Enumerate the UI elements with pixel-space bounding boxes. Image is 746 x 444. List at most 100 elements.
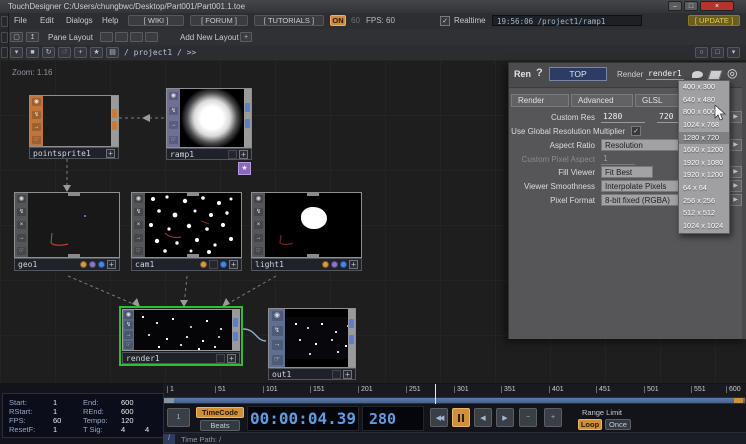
layout-preset-2[interactable] (115, 32, 128, 42)
fill-viewer-menu-button[interactable]: ▶ (729, 166, 742, 178)
pick-flag-icon[interactable]: ☞ (17, 247, 26, 255)
bullseye-icon[interactable]: ◎ (727, 66, 737, 80)
node-output-connector[interactable] (232, 310, 239, 350)
wiki-button[interactable]: [ WIKI ] (128, 15, 184, 26)
viewer-flag-icon[interactable]: ◉ (134, 195, 143, 203)
dropdown-item[interactable]: 1920 x 1080 (679, 157, 729, 170)
on-toggle[interactable]: ON (330, 15, 346, 26)
node-name-bar[interactable]: render1 + (122, 352, 240, 364)
breadcrumb[interactable]: / project1 / >> (124, 48, 196, 57)
expand-parameters-button[interactable]: + (227, 354, 236, 363)
node-output-connector[interactable] (244, 89, 251, 147)
render-flag-icon[interactable]: → (124, 331, 133, 339)
monitor-icon[interactable]: ▢ (10, 32, 23, 42)
viewer-flag-icon[interactable]: ◉ (17, 195, 26, 203)
refresh-icon[interactable]: ↻ (42, 47, 55, 58)
pointer-up-icon[interactable]: ↥ (26, 32, 39, 42)
node-name-bar[interactable]: ramp1 + (166, 148, 252, 160)
expand-parameters-button[interactable]: + (106, 149, 115, 158)
smoothness-field[interactable]: Interpolate Pixels (601, 180, 683, 192)
render-flag-icon[interactable]: → (272, 340, 283, 350)
viewer-dot[interactable] (98, 261, 105, 268)
multiplier-checkbox[interactable]: ✓ (631, 126, 641, 136)
render-flag-icon[interactable]: → (17, 234, 26, 242)
refresh-back-icon[interactable]: ↺ (58, 47, 71, 58)
rend-value[interactable]: 600 (121, 407, 134, 416)
minimize-button[interactable]: – (668, 1, 682, 11)
tab-advanced[interactable]: Advanced (571, 94, 633, 107)
end-value[interactable]: 600 (121, 398, 134, 407)
node-viewer[interactable] (43, 96, 111, 146)
operator-family-button[interactable]: TOP (549, 67, 607, 81)
viewer-dot[interactable] (340, 261, 347, 268)
range-start-handle[interactable] (164, 398, 174, 403)
tsig-b-value[interactable]: 4 (145, 425, 149, 434)
node-out1[interactable]: ◉ ↯ → ☞ (268, 308, 356, 368)
render-flag-icon[interactable]: → (32, 123, 41, 131)
bypass-flag-icon[interactable]: ↯ (254, 208, 263, 216)
custom-res-menu-button[interactable]: ▶ (729, 111, 742, 123)
playbar-mode-button[interactable]: 1 (167, 408, 190, 427)
layout-preset-4[interactable] (145, 32, 158, 42)
panel-scrollbar[interactable] (742, 63, 746, 339)
comment-icon[interactable] (692, 71, 703, 78)
display-badge[interactable]: ★ (238, 162, 251, 175)
play-button[interactable]: ▶ (496, 408, 514, 427)
node-ramp1[interactable]: ◉ ↯ → ☞ (166, 88, 252, 148)
node-render1[interactable]: ◉ ↯ → ☞ (122, 309, 240, 351)
maximize-button[interactable]: □ (684, 1, 698, 11)
viewer-flag-icon[interactable]: ◉ (272, 311, 283, 321)
rail-box-2[interactable] (1, 32, 8, 43)
playhead[interactable] (435, 384, 436, 404)
increment-button[interactable]: + (544, 408, 562, 427)
chevron-down-icon[interactable]: ▾ (10, 47, 23, 58)
dropdown-item[interactable]: 512 x 512 (679, 207, 729, 220)
fps-value[interactable]: 60 (53, 416, 61, 425)
node-output-connector[interactable] (348, 309, 355, 367)
dropdown-item[interactable]: 400 x 300 (679, 81, 729, 94)
rail-box-3[interactable] (1, 47, 8, 58)
render-flag-icon[interactable]: → (134, 234, 143, 242)
realtime-checkbox[interactable]: ✓ (440, 16, 450, 26)
dropdown-item[interactable]: 256 x 256 (679, 195, 729, 208)
once-button[interactable]: Once (605, 419, 631, 430)
delete-flag-icon[interactable]: × (134, 221, 143, 229)
node-name-bar[interactable]: cam1 + (131, 258, 242, 271)
layout-preset-3[interactable] (130, 32, 143, 42)
tab-render[interactable]: Render (511, 94, 569, 107)
star-icon[interactable]: ★ (90, 47, 103, 58)
flag-box[interactable] (228, 150, 237, 159)
menu-edit[interactable]: Edit (40, 16, 54, 25)
render-flag-icon[interactable]: → (169, 121, 178, 129)
tsig-a-value[interactable]: 4 (121, 425, 125, 434)
pixel-format-menu-button[interactable]: ▶ (729, 194, 742, 206)
aspect-menu-button[interactable]: ▶ (729, 139, 742, 151)
render-target-field[interactable]: render1 (646, 69, 684, 80)
pane-down-icon[interactable]: ▾ (727, 47, 740, 58)
node-viewer[interactable] (265, 193, 361, 257)
bypass-flag-icon[interactable]: ↯ (272, 326, 283, 336)
pick-flag-icon[interactable]: ☞ (134, 247, 143, 255)
expand-parameters-button[interactable]: + (343, 370, 352, 379)
node-name-bar[interactable]: out1 + (268, 368, 356, 380)
flag-box[interactable] (209, 260, 218, 269)
menu-help[interactable]: Help (102, 16, 118, 25)
eraser-icon[interactable] (707, 70, 722, 80)
fill-viewer-field[interactable]: Fit Best (601, 166, 653, 178)
dropdown-item[interactable]: 64 x 64 (679, 182, 729, 195)
update-button[interactable]: [ UPDATE ] (688, 15, 740, 26)
bypass-flag-icon[interactable]: ↯ (124, 321, 133, 329)
render-dot[interactable] (200, 261, 207, 268)
pick-flag-icon[interactable]: ☞ (124, 341, 133, 349)
pane-square-icon[interactable]: □ (711, 47, 724, 58)
rstart-value[interactable]: 1 (53, 407, 57, 416)
frame-ruler[interactable]: 1 51 101 151 201 251 301 351 401 451 501… (163, 384, 746, 398)
node-light1[interactable]: ◉ ↯ × → ☞ (251, 192, 362, 258)
display-dot[interactable] (331, 261, 338, 268)
help-icon[interactable]: ? (536, 67, 543, 79)
node-viewer[interactable] (285, 309, 348, 367)
delete-flag-icon[interactable]: × (17, 221, 26, 229)
tempo-value[interactable]: 120 (121, 416, 134, 425)
pick-flag-icon[interactable]: ☞ (169, 136, 178, 144)
dropdown-item[interactable]: 1920 x 1200 (679, 169, 729, 182)
